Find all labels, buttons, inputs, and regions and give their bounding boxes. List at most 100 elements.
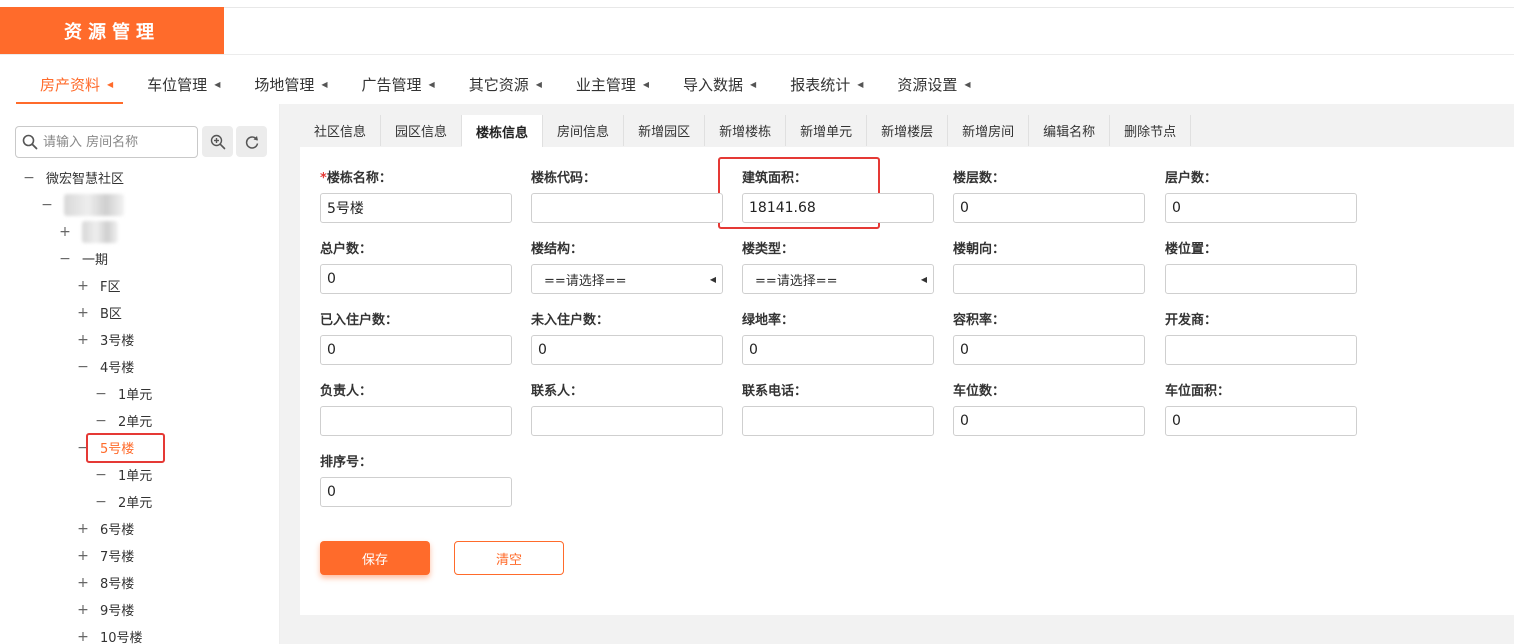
- tree-node[interactable]: −1单元: [0, 380, 280, 407]
- field-input[interactable]: [742, 335, 934, 365]
- field-input[interactable]: [531, 193, 723, 223]
- field-input[interactable]: [953, 335, 1145, 365]
- tree-node[interactable]: −: [0, 191, 280, 218]
- field-input[interactable]: [320, 406, 512, 436]
- tree-node[interactable]: + F区: [0, 272, 280, 299]
- tab-10[interactable]: 删除节点: [1110, 115, 1192, 146]
- tree-node-label[interactable]: 3号楼: [100, 330, 134, 349]
- tab-3[interactable]: 房间信息: [543, 115, 625, 146]
- main-nav-item-3[interactable]: 广告管理 ◀: [338, 64, 445, 104]
- field-input[interactable]: [953, 406, 1145, 436]
- collapse-icon[interactable]: −: [58, 251, 72, 267]
- collapse-icon[interactable]: −: [94, 386, 108, 402]
- field-input[interactable]: [1165, 264, 1357, 294]
- tab-6[interactable]: 新增单元: [786, 115, 868, 146]
- tree-node[interactable]: +7号楼: [0, 542, 280, 569]
- field-input[interactable]: [1165, 193, 1357, 223]
- tab-2[interactable]: 楼栋信息: [462, 115, 544, 147]
- main-nav-item-7[interactable]: 报表统计 ◀: [766, 64, 873, 104]
- tree-node-label[interactable]: 7号楼: [100, 546, 134, 565]
- tab-0[interactable]: 社区信息: [300, 115, 382, 146]
- field-input[interactable]: [1165, 335, 1357, 365]
- tree-node-label[interactable]: 一期: [82, 249, 108, 268]
- expand-icon[interactable]: +: [58, 224, 72, 240]
- tree-node[interactable]: −4号楼: [0, 353, 280, 380]
- tree-node[interactable]: + B区: [0, 299, 280, 326]
- tree-search-box[interactable]: [15, 126, 198, 158]
- expand-icon[interactable]: +: [76, 305, 90, 321]
- main-nav-item-0[interactable]: 房产资料 ◀: [16, 64, 124, 104]
- field-input[interactable]: [531, 335, 723, 365]
- refresh-button[interactable]: [236, 126, 267, 157]
- field-input[interactable]: [320, 264, 512, 294]
- tab-8[interactable]: 新增房间: [948, 115, 1030, 146]
- tree-node[interactable]: +3号楼: [0, 326, 280, 353]
- field-input[interactable]: [320, 193, 512, 223]
- tree-node[interactable]: −5号楼: [0, 433, 280, 463]
- tree-node[interactable]: +10号楼: [0, 623, 280, 644]
- collapse-icon[interactable]: −: [22, 170, 36, 186]
- field-input[interactable]: [531, 406, 723, 436]
- tree-node-label[interactable]: 8号楼: [100, 573, 134, 592]
- tree-node-label[interactable]: 微宏智慧社区: [46, 168, 124, 187]
- expand-icon[interactable]: +: [76, 629, 90, 644]
- main-nav-item-8[interactable]: 资源设置 ◀: [873, 64, 980, 104]
- tree-search-input[interactable]: [43, 128, 193, 156]
- field-select[interactable]: ==请选择== ◀: [531, 264, 723, 294]
- tree-node[interactable]: − 微宏智慧社区: [0, 164, 280, 191]
- tree-node[interactable]: +6号楼: [0, 515, 280, 542]
- collapse-icon[interactable]: −: [94, 413, 108, 429]
- collapse-icon[interactable]: −: [40, 197, 54, 213]
- tree-node-label[interactable]: B区: [100, 303, 122, 322]
- expand-icon[interactable]: +: [76, 278, 90, 294]
- tree-node[interactable]: − 一期: [0, 245, 280, 272]
- expand-icon[interactable]: +: [76, 521, 90, 537]
- tab-9[interactable]: 编辑名称: [1029, 115, 1111, 146]
- field-select[interactable]: ==请选择== ◀: [742, 264, 934, 294]
- zoom-search-button[interactable]: [202, 126, 233, 157]
- tab-1[interactable]: 园区信息: [381, 115, 463, 146]
- tree-node[interactable]: +9号楼: [0, 596, 280, 623]
- tree-node-label-redacted[interactable]: [64, 193, 124, 216]
- tree-node-label[interactable]: F区: [100, 276, 120, 295]
- tree-node-label[interactable]: 2单元: [118, 411, 152, 430]
- tree-node-label[interactable]: 4号楼: [100, 357, 134, 376]
- tree-node-label[interactable]: 10号楼: [100, 627, 143, 644]
- field-input[interactable]: [953, 264, 1145, 294]
- tree-node-label[interactable]: 1单元: [118, 465, 152, 484]
- main-nav-item-6[interactable]: 导入数据 ◀: [659, 64, 766, 104]
- tab-5[interactable]: 新增楼栋: [705, 115, 787, 146]
- tab-7[interactable]: 新增楼层: [867, 115, 949, 146]
- clear-button[interactable]: 清空: [454, 541, 564, 575]
- field-input[interactable]: [320, 335, 512, 365]
- main-nav-item-2[interactable]: 场地管理 ◀: [230, 64, 337, 104]
- expand-icon[interactable]: +: [76, 575, 90, 591]
- save-button[interactable]: 保存: [320, 541, 430, 575]
- tree-node[interactable]: −2单元: [0, 488, 280, 515]
- main-nav-item-4[interactable]: 其它资源 ◀: [445, 64, 552, 104]
- tab-4[interactable]: 新增园区: [624, 115, 706, 146]
- expand-icon[interactable]: +: [76, 602, 90, 618]
- field-label-text: 楼类型：: [742, 242, 795, 257]
- tree-node-label[interactable]: 1单元: [118, 384, 152, 403]
- tree-node-label[interactable]: 9号楼: [100, 600, 134, 619]
- tree-node[interactable]: +8号楼: [0, 569, 280, 596]
- collapse-icon[interactable]: −: [76, 359, 90, 375]
- tree-node-label-redacted[interactable]: [82, 220, 118, 243]
- field-input[interactable]: [320, 477, 512, 507]
- tree-node[interactable]: −2单元: [0, 407, 280, 434]
- tree-node[interactable]: −1单元: [0, 461, 280, 488]
- tree-node-label[interactable]: 2单元: [118, 492, 152, 511]
- expand-icon[interactable]: +: [76, 332, 90, 348]
- collapse-icon[interactable]: −: [94, 494, 108, 510]
- expand-icon[interactable]: +: [76, 548, 90, 564]
- main-nav-item-5[interactable]: 业主管理 ◀: [552, 64, 659, 104]
- tree-node[interactable]: +: [0, 218, 280, 245]
- field-input[interactable]: [953, 193, 1145, 223]
- field-input[interactable]: [742, 406, 934, 436]
- tree-node-label[interactable]: 6号楼: [100, 519, 134, 538]
- field-input[interactable]: [742, 193, 934, 223]
- main-nav-item-1[interactable]: 车位管理 ◀: [123, 64, 230, 104]
- field-input[interactable]: [1165, 406, 1357, 436]
- collapse-icon[interactable]: −: [94, 467, 108, 483]
